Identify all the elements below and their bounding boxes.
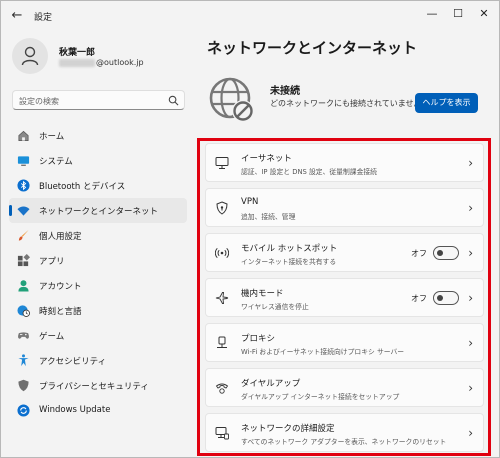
person-icon [18,280,29,292]
search-placeholder: 設定の検索 [19,97,59,106]
chevron-right-icon: › [468,201,473,215]
toggle-knob [437,295,443,301]
sidebar-item-system[interactable]: システム [9,148,187,173]
sidebar-item-accounts[interactable]: アカウント [9,273,187,298]
chevron-right-icon: › [468,291,473,305]
back-button[interactable]: ← [9,8,25,24]
globe-disconnected-icon [209,77,254,122]
chevron-right-icon: › [468,381,473,395]
card-airplane-mode[interactable]: 機内モード ワイヤレス通信を停止 オフ › [205,278,484,317]
sidebar-item-bluetooth[interactable]: Bluetooth とデバイス [9,173,187,198]
settings-card-list: イーサネット 認証、IP 設定と DNS 設定、従量制課金接続 › VPN 追加… [205,143,484,457]
network-advanced-icon [215,427,229,440]
sidebar-item-apps[interactable]: アプリ [9,248,187,273]
proxy-icon [217,336,227,348]
hotspot-toggle[interactable] [433,246,459,260]
clock-globe-icon [17,305,30,317]
app-title: 設定 [34,13,53,23]
shield-icon [18,379,29,392]
card-mobile-hotspot[interactable]: モバイル ホットスポット インターネット接続を共有する オフ › [205,233,484,272]
card-vpn[interactable]: VPN 追加、接続、管理 › [205,188,484,227]
sidebar-item-personalization[interactable]: 個人用設定 [9,223,187,248]
ethernet-icon [215,157,229,169]
card-proxy[interactable]: プロキシ Wi-Fi およびイーサネット接続向けプロキシ サーバー › [205,323,484,362]
brush-icon [18,229,29,241]
card-title: VPN [241,197,259,207]
card-title: 機内モード [241,289,284,299]
sidebar-item-accessibility[interactable]: アクセシビリティ [9,348,187,373]
email-redacted [59,59,95,67]
connection-status-title: 未接続 [270,86,300,97]
sidebar-item-label: Windows Update [39,405,111,415]
bluetooth-icon [17,179,30,192]
sidebar-item-label: ホーム [39,132,65,142]
card-title: ネットワークの詳細設定 [241,424,335,434]
monitor-icon [17,156,30,166]
sidebar-item-label: システム [39,157,73,167]
card-title: イーサネット [241,154,292,164]
card-description: すべてのネットワーク アダプターを表示、ネットワークのリセット [241,438,447,446]
minimize-button[interactable]: — [421,5,443,23]
profile-email: @outlook.jp [96,58,144,67]
card-title: プロキシ [241,334,276,344]
sidebar-nav: ホーム システム Bluetooth とデバイス ネットワークとインターネット [9,123,187,423]
card-description: ダイヤルアップ インターネット接続をセットアップ [241,393,400,401]
toggle-state-label: オフ [411,294,427,303]
sidebar-item-label: Bluetooth とデバイス [39,182,126,192]
maximize-button[interactable]: ☐ [447,5,469,23]
vpn-shield-icon [216,201,228,215]
sidebar-item-privacy[interactable]: プライバシーとセキュリティ [9,373,187,398]
card-title: モバイル ホットスポット [241,244,338,254]
chevron-right-icon: › [468,426,473,440]
help-button[interactable]: ヘルプを表示 [415,93,478,113]
card-ethernet[interactable]: イーサネット 認証、IP 設定と DNS 設定、従量制課金接続 › [205,143,484,182]
card-advanced-network[interactable]: ネットワークの詳細設定 すべてのネットワーク アダプターを表示、ネットワークのリ… [205,413,484,452]
chevron-right-icon: › [468,156,473,170]
search-icon[interactable] [168,95,179,106]
person-avatar-icon [21,46,39,66]
sidebar-item-time-language[interactable]: 時刻と言語 [9,298,187,323]
update-icon [17,404,30,417]
accessibility-icon [18,354,29,367]
wifi-icon [17,206,30,216]
sidebar-item-label: アプリ [39,257,65,267]
chevron-right-icon: › [468,336,473,350]
sidebar-item-label: 個人用設定 [39,232,82,242]
page-title: ネットワークとインターネット [207,39,418,57]
sidebar-item-label: プライバシーとセキュリティ [39,382,149,392]
sidebar-item-label: 時刻と言語 [39,307,82,317]
sidebar-item-label: アカウント [39,282,82,292]
airplane-icon [215,292,229,304]
close-button[interactable]: ✕ [473,5,495,23]
sidebar-item-label: ネットワークとインターネット [39,207,159,217]
sidebar-item-label: アクセシビリティ [39,357,107,367]
sidebar-item-label: ゲーム [39,332,65,342]
sidebar-item-windows-update[interactable]: Windows Update [9,398,187,423]
sidebar-item-gaming[interactable]: ゲーム [9,323,187,348]
airplane-toggle[interactable] [433,291,459,305]
settings-window: ← 設定 — ☐ ✕ 秋葉一郎 @outlook.jp 設定の検索 ホーム シス… [0,0,500,458]
toggle-state-label: オフ [411,249,427,258]
hotspot-icon [215,247,229,259]
title-bar: ← 設定 — ☐ ✕ [1,1,499,31]
card-title: ダイヤルアップ [241,379,301,389]
card-description: ワイヤレス通信を停止 [241,303,309,311]
card-dialup[interactable]: ダイヤルアップ ダイヤルアップ インターネット接続をセットアップ › [205,368,484,407]
home-icon [18,130,29,141]
connection-status-subtitle: どのネットワークにも接続されていません。 [270,99,430,108]
sidebar-item-home[interactable]: ホーム [9,123,187,148]
card-description: 認証、IP 設定と DNS 設定、従量制課金接続 [241,168,377,176]
search-input[interactable]: 設定の検索 [12,90,185,110]
avatar[interactable] [12,38,48,74]
dialup-icon [215,383,229,394]
sidebar-item-network[interactable]: ネットワークとインターネット [9,198,187,223]
apps-icon [17,254,30,267]
chevron-right-icon: › [468,246,473,260]
gamepad-icon [18,332,29,339]
toggle-knob [437,250,443,256]
profile-name: 秋葉一郎 [59,48,96,58]
card-description: インターネット接続を共有する [241,258,337,266]
card-description: Wi-Fi およびイーサネット接続向けプロキシ サーバー [241,348,405,356]
card-description: 追加、接続、管理 [241,213,296,221]
